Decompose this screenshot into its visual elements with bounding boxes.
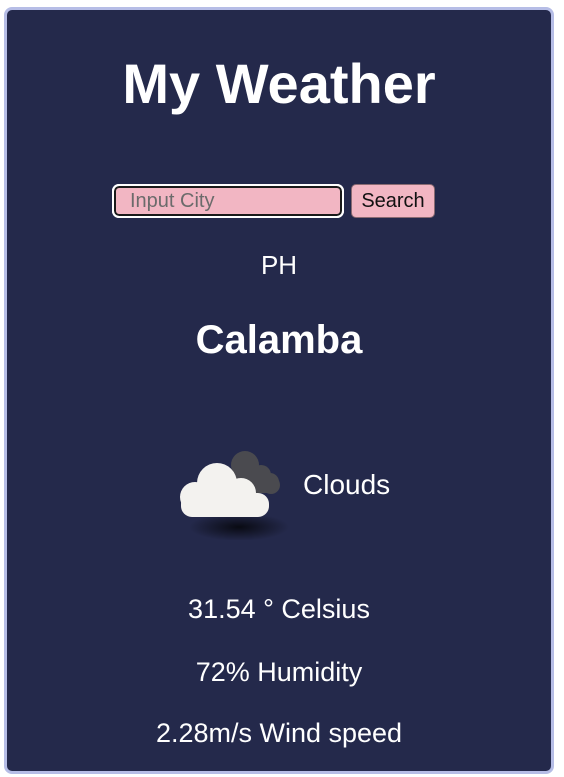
search-bar: Search [112, 182, 435, 220]
city-search-input[interactable] [112, 184, 344, 218]
temperature-readout: 31.54 ° Celsius [188, 594, 370, 624]
search-button[interactable]: Search [351, 184, 435, 218]
weather-condition: Clouds [167, 435, 467, 545]
clouds-icon [180, 451, 289, 540]
city-name: Calamba [195, 318, 363, 362]
humidity-readout: 72% Humidity [195, 657, 363, 687]
app-title: My Weather [122, 52, 436, 115]
condition-label: Clouds [303, 469, 391, 500]
wind-speed-readout: 2.28m/s Wind speed [155, 718, 403, 748]
country-code: PH [260, 250, 298, 280]
weather-card: My Weather Search PH Calamba [4, 7, 554, 774]
